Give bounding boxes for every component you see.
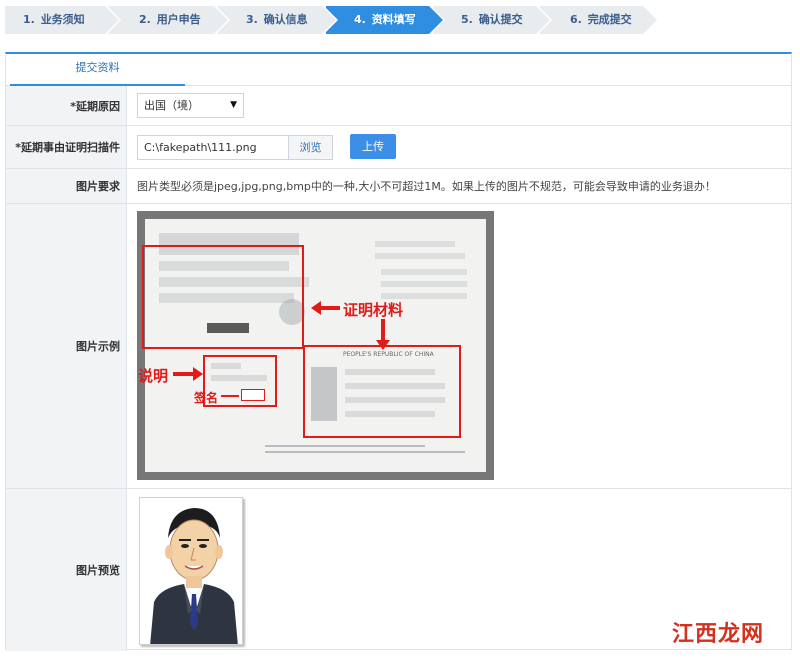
materials-form: 提交资料 *延期原因 出国（境） ▼ *延期事由证明扫描件 C:\fakepat… [5,52,792,651]
material-highlight-box [142,245,304,349]
tab-submit-materials[interactable]: 提交资料 [10,54,185,86]
arrow-right-icon [193,367,203,381]
step-5: 5. 确认提交 [433,6,552,34]
reason-label: *延期原因 [70,99,120,113]
chevron-down-icon: ▼ [230,100,237,110]
reason-select-value: 出国（境） [144,99,199,112]
site-watermark: 江西龙网 [671,622,764,647]
step-6: 6. 完成提交 [540,6,659,34]
scan-label-cell: *延期事由证明扫描件 [6,126,127,168]
reason-label-cell: *延期原因 [6,86,127,125]
example-row: 图片示例 证明材料 PEOPLE'S REPUBLIC OF CHINA 说明 … [6,204,791,489]
document-paper: 证明材料 PEOPLE'S REPUBLIC OF CHINA 说明 签名 [138,219,486,472]
step-label: 确认提交 [478,13,523,26]
image-requirement-text: 图片类型必须是jpeg,jpg,png,bmp中的一种,大小不可超过1M。如果上… [137,180,716,193]
example-label-cell: 图片示例 [6,204,127,488]
annotation-sign: 签名 [194,391,219,405]
step-number: 5. [461,13,473,26]
preview-label-cell: 图片预览 [6,489,127,651]
step-label: 业务须知 [40,13,85,26]
annotation-material: 证明材料 [343,301,404,319]
requirement-label: 图片要求 [76,180,120,193]
scan-label: *延期事由证明扫描件 [15,141,120,154]
reason-select[interactable]: 出国（境） ▼ [137,93,244,118]
file-path-field[interactable]: C:\fakepath\111.png [137,135,289,160]
browse-button[interactable]: 浏览 [288,135,333,160]
example-image: 证明材料 PEOPLE'S REPUBLIC OF CHINA 说明 签名 [137,211,494,480]
step-4-current: 4. 资料填写 [326,6,445,34]
step-label: 资料填写 [371,13,416,26]
scan-row: *延期事由证明扫描件 C:\fakepath\111.png 浏览 上传 [6,126,791,169]
step-number: 3. [246,13,258,26]
progress-steps: 1. 业务须知 2. 用户申告 3. 确认信息 4. 资料填写 5. 确认提交 … [5,6,659,34]
step-3: 3. 确认信息 [218,6,338,34]
step-1: 1. 业务须知 [5,6,121,34]
requirement-label-cell: 图片要求 [6,169,127,203]
step-label: 确认信息 [263,13,308,26]
step-number: 4. [354,13,366,26]
step-number: 1. [23,13,35,26]
upload-button[interactable]: 上传 [350,134,396,159]
annotation-note: 说明 [138,367,169,385]
tab-bar: 提交资料 [6,54,791,86]
preview-label: 图片预览 [76,564,120,577]
example-label: 图片示例 [76,340,120,353]
step-label: 完成提交 [587,13,632,26]
reason-row: *延期原因 出国（境） ▼ [6,86,791,126]
step-2: 2. 用户申告 [109,6,230,34]
requirement-row: 图片要求 图片类型必须是jpeg,jpg,png,bmp中的一种,大小不可超过1… [6,169,791,204]
arrow-left-icon [311,301,321,315]
passport-header: PEOPLE'S REPUBLIC OF CHINA [343,351,434,358]
uploaded-photo-preview [139,497,243,645]
step-number: 6. [570,13,582,26]
step-label: 用户申告 [156,13,201,26]
step-number: 2. [139,13,151,26]
portrait-image [150,508,238,644]
